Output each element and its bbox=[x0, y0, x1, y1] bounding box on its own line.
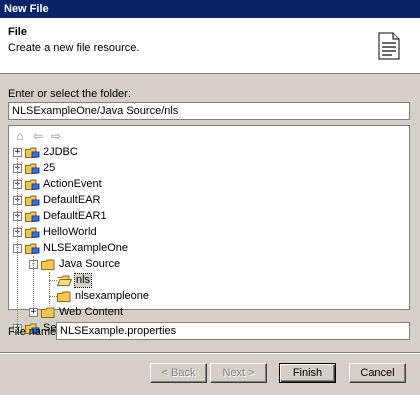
tree-connector bbox=[49, 272, 50, 306]
tree-item[interactable]: + Web Content bbox=[9, 306, 409, 319]
tree-item-label: nls bbox=[73, 273, 93, 288]
tree-item-label: DefaultEAR1 bbox=[43, 210, 107, 222]
tree-item-label: HelloWorld bbox=[43, 226, 97, 238]
tree-connector bbox=[33, 256, 34, 308]
folder-path-input[interactable] bbox=[8, 102, 410, 120]
folder-label: Enter or select the folder: bbox=[8, 88, 131, 100]
expand-icon[interactable]: + bbox=[29, 308, 38, 317]
tree-item-label: nlsexampleone bbox=[75, 290, 149, 302]
project-icon bbox=[25, 243, 40, 254]
tree-item-label: 25 bbox=[43, 162, 56, 174]
tree-connector bbox=[49, 280, 57, 281]
tree-item[interactable]: - NLSExampleOne bbox=[9, 242, 409, 255]
folder-icon bbox=[41, 259, 56, 270]
button-divider bbox=[0, 352, 420, 354]
wizard-banner: File Create a new file resource. bbox=[0, 18, 420, 74]
tree-item[interactable]: + DefaultEAR bbox=[9, 194, 409, 207]
tree-connector bbox=[17, 158, 18, 334]
tree-item-label: Java Source bbox=[59, 258, 121, 270]
tree-item-label: DefaultEAR bbox=[43, 194, 101, 206]
project-icon bbox=[25, 163, 40, 174]
tree-item[interactable]: + DefaultEAR1 bbox=[9, 210, 409, 223]
expand-icon[interactable]: + bbox=[13, 148, 22, 157]
home-icon[interactable]: ⌂ bbox=[13, 129, 27, 143]
back-button[interactable]: < Back bbox=[150, 363, 207, 383]
project-icon bbox=[25, 147, 40, 158]
tree-item[interactable]: + ActionEvent bbox=[9, 178, 409, 191]
tree-item[interactable]: +2JDBC bbox=[9, 146, 409, 159]
tree-item[interactable]: + HelloWorld bbox=[9, 226, 409, 239]
open-folder-icon bbox=[56, 275, 73, 286]
project-icon bbox=[25, 211, 40, 222]
tree-connector bbox=[49, 296, 57, 297]
back-arrow-icon[interactable]: ⇦ bbox=[31, 129, 45, 143]
tree-item-label: Web Content bbox=[59, 306, 124, 318]
tree-item[interactable]: - Java Source bbox=[9, 258, 409, 271]
tree-item[interactable]: nlsexampleone bbox=[9, 290, 409, 303]
tree-item-label: NLSExampleOne bbox=[43, 242, 128, 254]
project-icon bbox=[25, 195, 40, 206]
banner-title: File bbox=[8, 26, 27, 38]
tree-toolbar: ⌂ ⇦ ⇨ bbox=[13, 128, 63, 144]
banner-description: Create a new file resource. bbox=[8, 42, 140, 54]
folder-icon bbox=[57, 291, 72, 302]
project-icon bbox=[25, 227, 40, 238]
window-title: New File bbox=[0, 0, 420, 18]
tree-item[interactable]: nls bbox=[9, 273, 409, 288]
next-button[interactable]: Next > bbox=[210, 363, 267, 383]
forward-arrow-icon[interactable]: ⇨ bbox=[49, 129, 63, 143]
folder-tree[interactable]: ⌂ ⇦ ⇨ +2JDBC +25 + ActionEvent + DefaultEAR + D… bbox=[8, 125, 410, 334]
finish-button[interactable]: Finish bbox=[279, 363, 336, 383]
cancel-button[interactable]: Cancel bbox=[349, 363, 406, 383]
folder-icon bbox=[41, 307, 56, 318]
filename-label: File name: bbox=[8, 326, 60, 338]
tree-item-label: ActionEvent bbox=[43, 178, 102, 190]
filename-input[interactable] bbox=[56, 322, 410, 340]
tree-item-label: 2JDBC bbox=[43, 146, 78, 158]
new-file-icon bbox=[378, 32, 400, 60]
project-icon bbox=[25, 179, 40, 190]
tree-item[interactable]: +25 bbox=[9, 162, 409, 175]
